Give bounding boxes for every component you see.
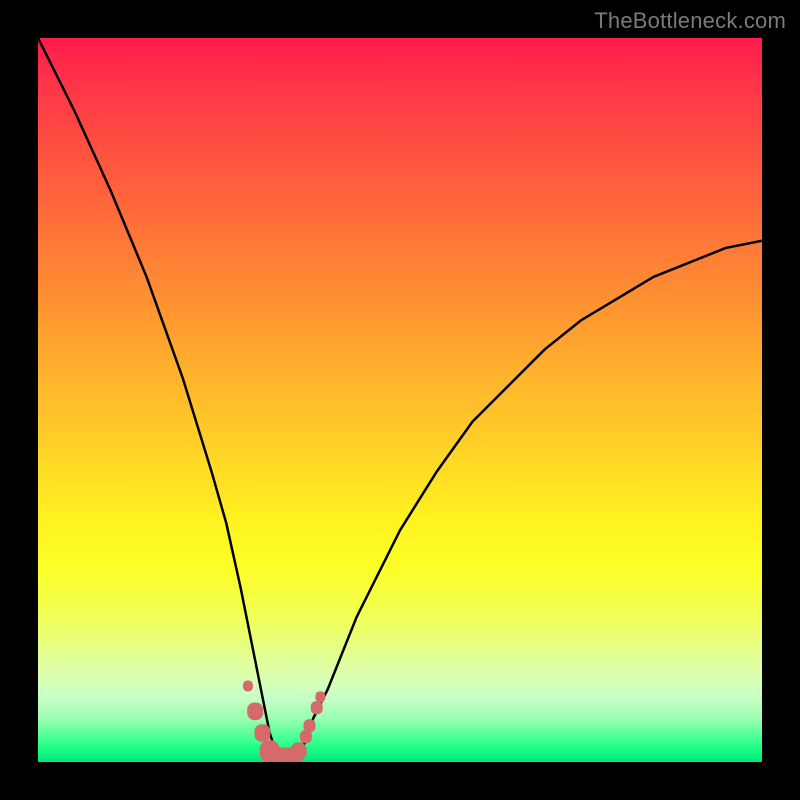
plot-area <box>38 38 762 762</box>
marker-dot <box>291 742 307 760</box>
chart-svg <box>38 38 762 762</box>
marker-dot <box>311 701 323 714</box>
bottleneck-curve <box>38 38 762 762</box>
chart-frame: TheBottleneck.com <box>0 0 800 800</box>
marker-dot <box>247 703 263 721</box>
marker-dot <box>243 680 253 691</box>
marker-dot <box>254 724 270 742</box>
marker-dot <box>304 719 316 732</box>
optimal-zone-markers <box>243 680 325 762</box>
watermark-text: TheBottleneck.com <box>594 8 786 34</box>
curve-path <box>38 38 762 762</box>
marker-dot <box>315 691 325 702</box>
